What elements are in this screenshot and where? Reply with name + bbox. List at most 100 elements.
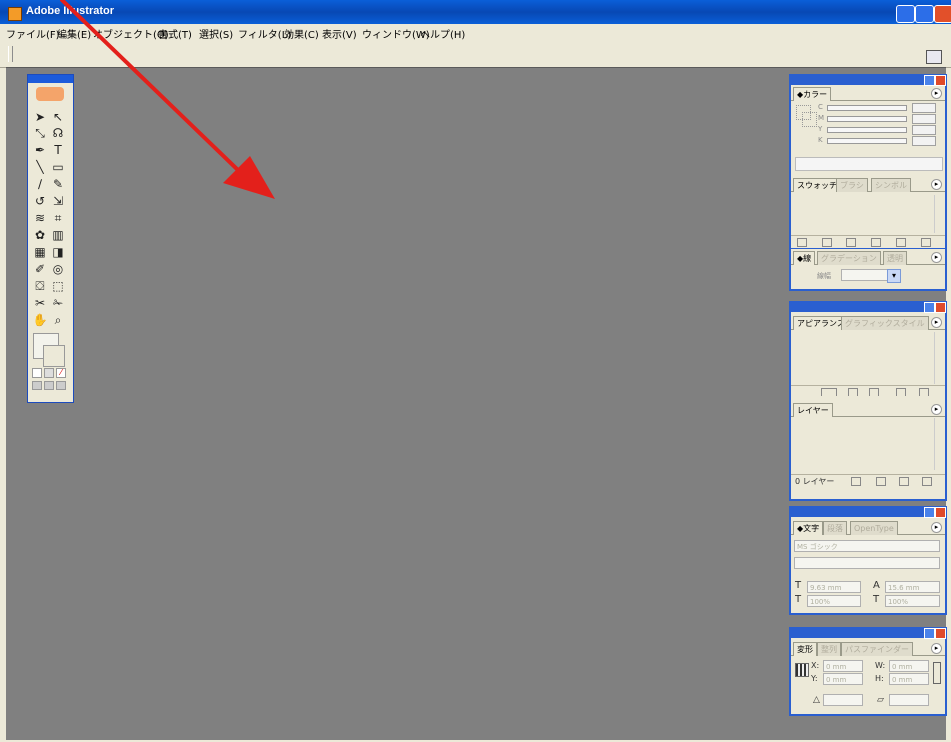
none-mode-icon[interactable]: ⁄	[56, 368, 66, 378]
panel-minimize-icon[interactable]	[924, 507, 935, 518]
line-tool-icon[interactable]: ╲	[32, 159, 48, 175]
illustrator-logo[interactable]	[36, 87, 64, 101]
x-field[interactable]: 0 mm	[823, 660, 863, 672]
show-swatch-kinds-icon[interactable]	[822, 238, 832, 247]
panel-close-icon[interactable]	[935, 628, 946, 639]
title-bar[interactable]: Adobe Illustrator	[0, 0, 951, 24]
live-paint-tool-icon[interactable]: ⛋	[32, 278, 48, 294]
delete-layer-icon[interactable]	[922, 477, 932, 486]
reference-point-icon[interactable]	[795, 663, 809, 677]
tab-character[interactable]: ◆文字	[793, 521, 824, 535]
appearance-scrollbar[interactable]	[934, 332, 943, 384]
value-k[interactable]	[912, 136, 936, 146]
warp-tool-icon[interactable]: ≋	[32, 210, 48, 226]
live-paint-selection-tool-icon[interactable]: ⬚	[50, 278, 66, 294]
tab-gradient[interactable]: グラデーション	[817, 251, 881, 265]
panel-close-icon[interactable]	[935, 75, 946, 86]
panel-close-icon[interactable]	[935, 507, 946, 518]
bridge-icon[interactable]	[926, 50, 942, 64]
screen-mode-standard-icon[interactable]	[32, 381, 42, 390]
font-style-field[interactable]	[794, 557, 940, 569]
new-layer-icon[interactable]	[899, 477, 909, 486]
font-size-field[interactable]: 9.63 mm	[807, 581, 861, 593]
tab-color[interactable]: ◆カラー	[793, 87, 832, 101]
menu-view[interactable]: 表示(V)	[322, 26, 357, 41]
stroke-indicator[interactable]	[802, 112, 817, 127]
character-panel-titlebar[interactable]	[791, 507, 946, 518]
scissors-tool-icon[interactable]: ✁	[50, 295, 66, 311]
horizontal-scale-field[interactable]: 100%	[807, 595, 861, 607]
tab-opentype[interactable]: OpenType	[850, 521, 898, 535]
panel-menu-icon[interactable]: ▸	[931, 404, 942, 415]
tab-stroke[interactable]: ◆線	[793, 251, 816, 265]
chevron-down-icon[interactable]: ▾	[887, 269, 901, 283]
color-mode-icon[interactable]	[32, 368, 42, 378]
make-clipping-mask-icon[interactable]	[851, 477, 861, 486]
minimize-button[interactable]	[896, 5, 915, 23]
swatch-scrollbar[interactable]	[934, 195, 943, 233]
vertical-scale-field[interactable]: 100%	[885, 595, 940, 607]
font-family-field[interactable]: MS ゴシック	[794, 540, 940, 552]
screen-mode-full-icon[interactable]	[56, 381, 66, 390]
transform-panel-titlebar[interactable]	[791, 628, 946, 639]
symbol-sprayer-tool-icon[interactable]: ✿	[32, 227, 48, 243]
color-panel-titlebar[interactable]	[791, 75, 946, 86]
free-transform-tool-icon[interactable]: ⌗	[50, 210, 66, 226]
new-swatch-icon[interactable]	[896, 238, 906, 247]
color-spectrum[interactable]	[795, 157, 943, 171]
tab-pathfinder[interactable]: パスファインダー	[841, 642, 913, 656]
value-c[interactable]	[912, 103, 936, 113]
toolbar-grip[interactable]	[8, 46, 13, 62]
panel-menu-icon[interactable]: ▸	[931, 179, 942, 190]
paintbrush-tool-icon[interactable]: ∕	[32, 176, 48, 192]
slider-c[interactable]	[827, 105, 907, 111]
tab-transform[interactable]: 変形	[793, 642, 817, 656]
toolbox-titlebar[interactable]	[28, 75, 73, 83]
tab-layers[interactable]: レイヤー	[793, 403, 833, 417]
panel-menu-icon[interactable]: ▸	[931, 88, 942, 99]
stroke-swatch[interactable]	[43, 345, 65, 367]
panel-menu-icon[interactable]: ▸	[931, 522, 942, 533]
slider-m[interactable]	[827, 116, 907, 122]
panel-minimize-icon[interactable]	[924, 628, 935, 639]
gradient-tool-icon[interactable]: ◨	[50, 244, 66, 260]
rotate-tool-icon[interactable]: ↺	[32, 193, 48, 209]
scale-tool-icon[interactable]: ⇲	[50, 193, 66, 209]
direct-selection-tool-icon[interactable]: ↖	[50, 109, 66, 125]
panel-minimize-icon[interactable]	[924, 75, 935, 86]
layer-scrollbar[interactable]	[934, 418, 943, 470]
rectangle-tool-icon[interactable]: ▭	[50, 159, 66, 175]
layer-list[interactable]	[794, 418, 940, 470]
swatch-libraries-icon[interactable]	[797, 238, 807, 247]
menu-effect[interactable]: 効果(C)	[284, 26, 319, 41]
panel-menu-icon[interactable]: ▸	[931, 643, 942, 654]
type-tool-icon[interactable]: T	[50, 142, 66, 158]
swatch-options-icon[interactable]	[846, 238, 856, 247]
rotate-field[interactable]	[823, 694, 863, 706]
hand-tool-icon[interactable]: ✋	[32, 312, 48, 328]
appearance-list[interactable]	[794, 332, 940, 384]
delete-swatch-icon[interactable]	[921, 238, 931, 247]
panel-menu-icon[interactable]: ▸	[931, 317, 942, 328]
eyedropper-tool-icon[interactable]: ✐	[32, 261, 48, 277]
value-m[interactable]	[912, 114, 936, 124]
menu-help[interactable]: ヘルプ(H)	[420, 26, 465, 41]
y-field[interactable]: 0 mm	[823, 673, 863, 685]
lasso-tool-icon[interactable]: ☊	[50, 125, 66, 141]
close-button[interactable]	[934, 5, 951, 23]
tab-paragraph[interactable]: 段落	[823, 521, 847, 535]
panel-close-icon[interactable]	[935, 302, 946, 313]
menu-select[interactable]: 選択(S)	[199, 26, 233, 41]
slider-k[interactable]	[827, 138, 907, 144]
tab-symbols[interactable]: シンボル	[871, 178, 911, 192]
shear-field[interactable]	[889, 694, 929, 706]
magic-wand-tool-icon[interactable]: ⤡	[32, 125, 48, 141]
slider-y[interactable]	[827, 127, 907, 133]
constrain-proportions-icon[interactable]	[933, 662, 941, 684]
screen-mode-menu-icon[interactable]	[44, 381, 54, 390]
pen-tool-icon[interactable]: ✒	[32, 142, 48, 158]
panel-menu-icon[interactable]: ▸	[931, 252, 942, 263]
selection-tool-icon[interactable]: ➤	[32, 109, 48, 125]
swatch-list[interactable]	[794, 195, 940, 233]
new-color-group-icon[interactable]	[871, 238, 881, 247]
